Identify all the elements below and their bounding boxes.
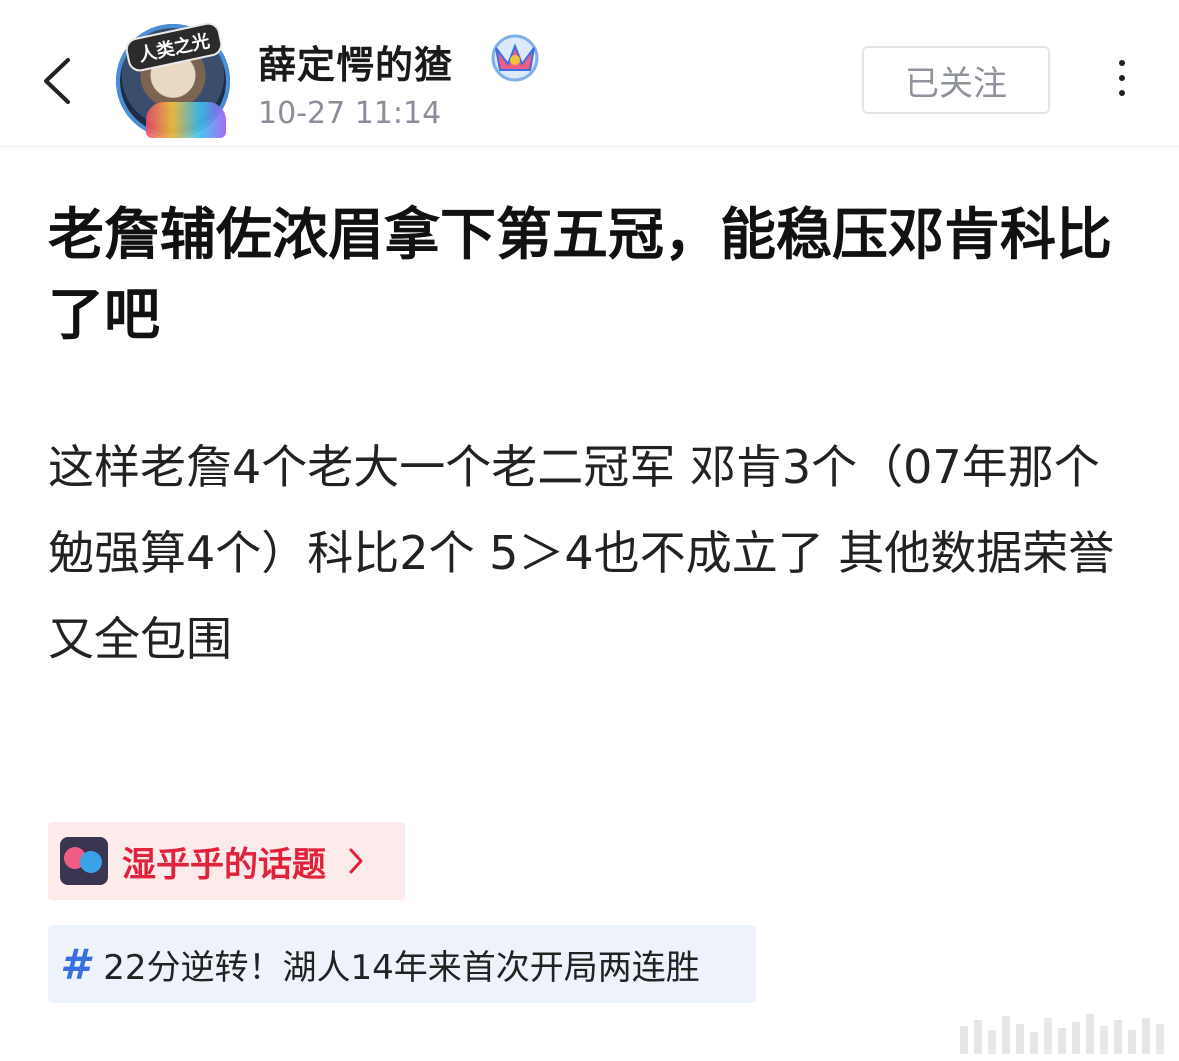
topic-label: 湿乎乎的话题 (122, 844, 326, 885)
hashtag-link[interactable]: # 22分逆转！湖人14年来首次开局两连胜 (48, 925, 756, 1003)
topic-link[interactable]: 湿乎乎的话题 (48, 822, 405, 900)
post-title: 老詹辅佐浓眉拿下第五冠，能稳压邓肯科比了吧 (48, 203, 1112, 348)
post-content: 这样老詹4个老大一个老二冠军 邓肯3个（07年那个勉强算4个）科比2个 5＞4也… (48, 440, 1115, 666)
watermark-bars-icon (960, 1014, 1164, 1054)
chevron-right-icon (349, 848, 363, 874)
topic-chat-icon (60, 837, 108, 885)
username[interactable]: 薛定愕的猹 (258, 34, 453, 89)
post-time: 10-27 11:14 (258, 96, 442, 131)
avatar[interactable]: 人类之光 (116, 20, 230, 138)
hashtag-label: 22分逆转！湖人14年来首次开局两连胜 (103, 947, 700, 988)
follow-button[interactable]: 已关注 (862, 46, 1050, 114)
more-options-icon[interactable] (1112, 60, 1132, 104)
avatar-decoration (146, 102, 226, 138)
vip-badge-icon[interactable] (486, 30, 544, 84)
post-header: 人类之光 薛定愕的猹 10-27 11:14 已关注 (0, 0, 1179, 147)
hashtag-icon: # (60, 939, 90, 989)
avatar-ribbon: 人类之光 (123, 20, 225, 74)
back-arrow-icon[interactable] (36, 54, 80, 108)
